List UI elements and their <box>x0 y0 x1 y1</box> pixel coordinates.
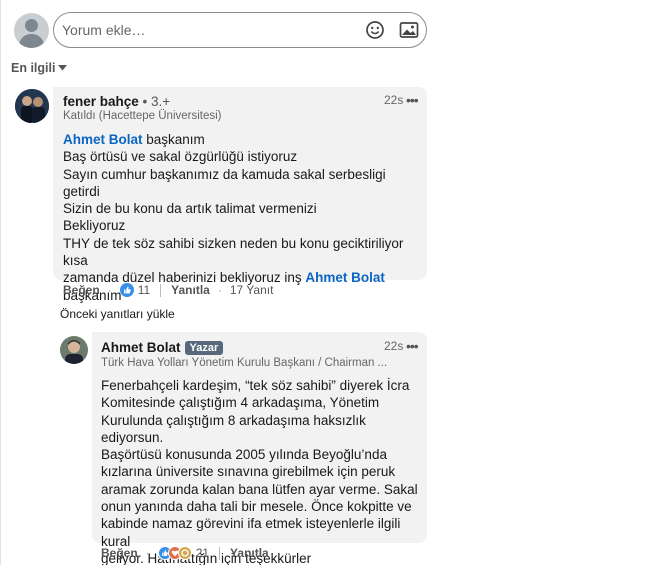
like-button[interactable]: Beğen <box>101 546 138 560</box>
reply-text: Fenerbahçeli kardeşim, “tek söz sahibi” … <box>101 378 418 565</box>
caret-down-icon <box>58 65 68 71</box>
commenter-avatar[interactable] <box>15 89 49 123</box>
reaction-count[interactable]: 21 <box>196 546 209 560</box>
smile-icon[interactable] <box>363 18 387 42</box>
mention-link[interactable]: Ahmet Bolat <box>63 132 143 147</box>
reaction-icons[interactable] <box>157 546 192 560</box>
more-options-icon[interactable]: ••• <box>406 92 419 108</box>
load-previous-replies[interactable]: Önceki yanıtları yükle <box>60 307 175 321</box>
sort-dropdown[interactable]: En ilgili <box>11 61 68 75</box>
image-icon[interactable] <box>397 18 421 42</box>
current-user-avatar[interactable] <box>14 13 49 48</box>
reply-bubble: Ahmet Bolat Yazar Türk Hava Yolları Yönet… <box>92 332 427 565</box>
comment-text: Ahmet Bolat başkanım Baş örtüsü ve sakal… <box>63 132 404 303</box>
reply-author-name[interactable]: Ahmet Bolat Yazar <box>101 340 224 355</box>
reply-button[interactable]: Yanıtla <box>230 546 269 560</box>
reply-actions: Beğen · 21 Yanıtla <box>101 546 269 560</box>
comment-composer[interactable] <box>53 12 427 48</box>
like-button[interactable]: Beğen <box>63 283 100 297</box>
author-badge: Yazar <box>184 341 224 355</box>
comment-input[interactable] <box>62 21 352 39</box>
replies-count[interactable]: 17 Yanıt <box>230 283 274 297</box>
reply-author-headline: Türk Hava Yolları Yönetim Kurulu Başkanı… <box>101 357 388 369</box>
reply-button[interactable]: Yanıtla <box>171 283 210 297</box>
mention-link[interactable]: Ahmet Bolat <box>305 270 385 285</box>
commenter-headline: Katıldı (Hacettepe Üniversitesi) <box>63 110 222 122</box>
reply-author-avatar[interactable] <box>60 336 88 364</box>
reply-time: 22s <box>384 339 404 353</box>
comment-time: 22s <box>384 93 404 107</box>
comment-actions: Beğen · 11 Yanıtla · 17 Yanıt <box>63 283 274 297</box>
more-options-icon[interactable]: ••• <box>406 338 419 354</box>
like-reaction-icon[interactable] <box>119 283 134 297</box>
reaction-count[interactable]: 11 <box>138 283 150 297</box>
comment-bubble: fener bahçe • 3.+ Katıldı (Hacettepe Üni… <box>53 87 427 303</box>
sort-label: En ilgili <box>11 61 56 75</box>
connection-degree: • 3.+ <box>142 94 171 109</box>
panel-left-border <box>0 0 1 565</box>
commenter-name[interactable]: fener bahçe • 3.+ <box>63 94 170 109</box>
